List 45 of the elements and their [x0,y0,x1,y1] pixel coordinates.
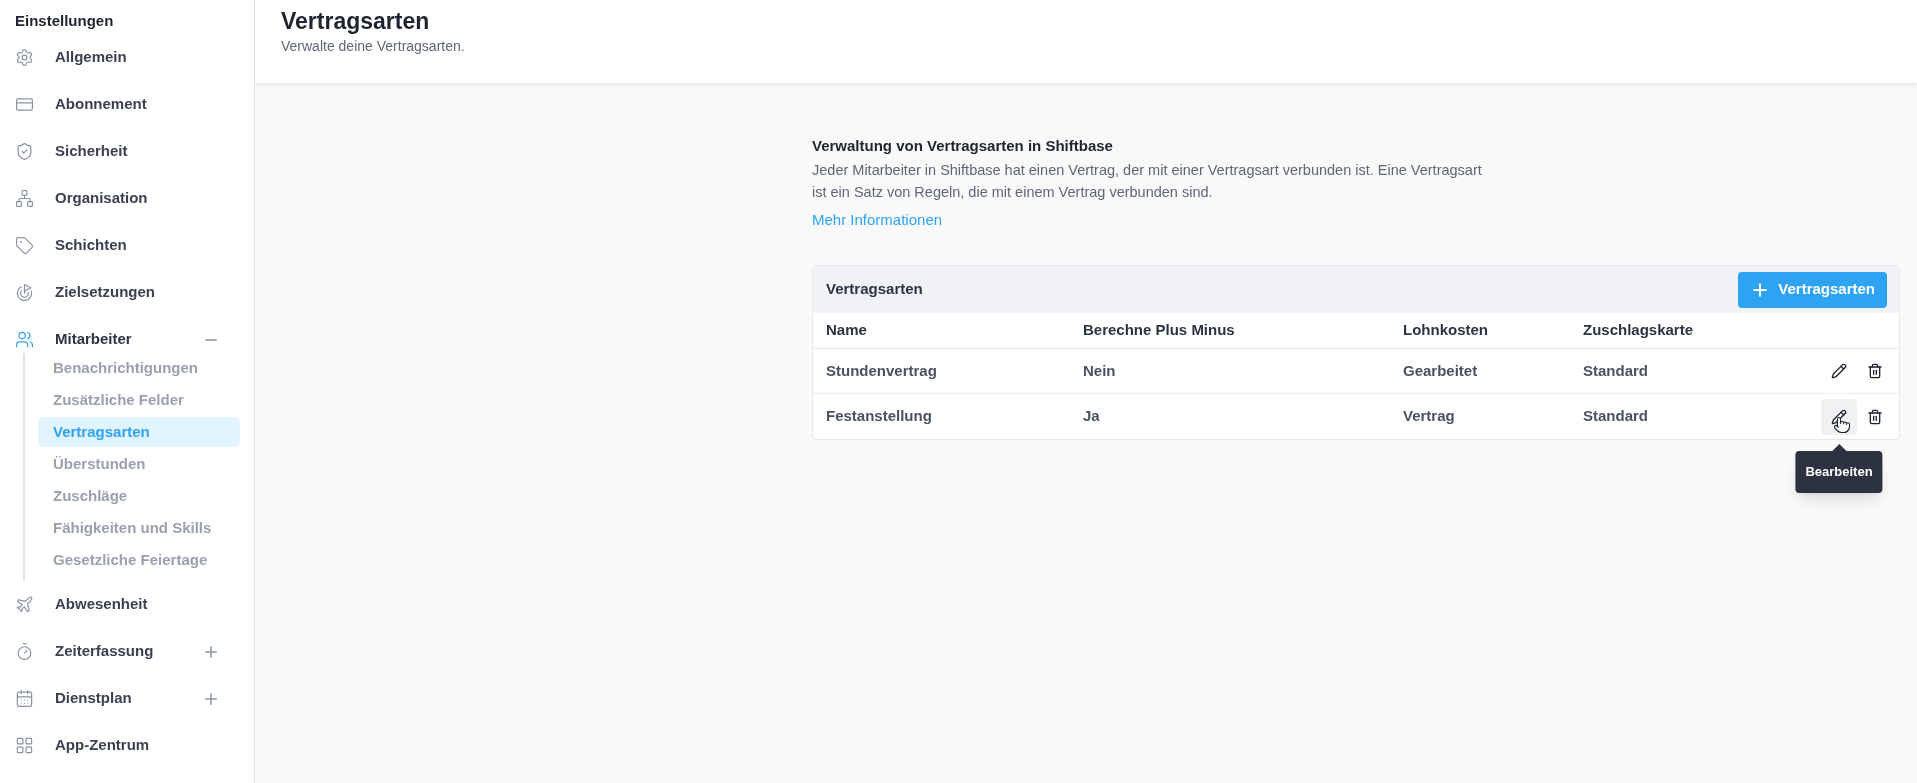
settings-icon [15,48,34,67]
table-cell-text: Standard [1583,360,1649,381]
table-cell-text: Ja [1083,406,1101,427]
tooltip-arrow [1832,443,1846,451]
page-title: Vertragsarten [281,7,431,36]
tag-icon [15,236,34,255]
calendar-icon [15,689,34,708]
table-title: Vertragsarten [826,279,923,300]
sidebar-title: Einstellungen [15,11,115,31]
column-header: Name [826,320,868,341]
hand-cursor-icon [1833,415,1851,434]
sidebar-item[interactable]: Schichten [15,222,240,269]
target-icon [15,283,34,302]
table-cell-text: Festanstellung [826,406,933,427]
sidebar-item[interactable]: Dienstplan [15,675,240,722]
hierarchy-icon [15,189,34,208]
sidebar-item[interactable]: Abwesenheit [15,581,240,628]
page-subtitle: Verwalte deine Vertragsarten. [281,37,466,56]
shield-icon [15,142,34,161]
table-cell-text: Stundenvertrag [826,360,938,381]
credit-card-icon [15,95,34,114]
plane-icon [15,595,34,614]
column-header: Lohnkosten [1403,320,1489,341]
table-cell-text: Standard [1583,406,1649,427]
trash-icon [1867,363,1883,379]
users-icon [15,330,34,349]
table-cell-text: Vertrag [1403,406,1456,427]
column-header: Zuschlagskarte [1583,320,1695,341]
grid-icon [15,736,34,755]
pencil-icon [1831,363,1847,379]
pencil-icon [1831,408,1847,425]
sidebar-item[interactable]: Organisation [15,175,240,222]
table-cell-text: Gearbeitet [1403,360,1479,381]
column-header: Berechne Plus Minus [1083,320,1236,341]
sidebar-item[interactable]: Allgemein [15,34,240,81]
sidebar-item[interactable]: App-Zentrum [15,722,240,769]
sidebar-item[interactable]: Abonnement [15,81,240,128]
sidebar-item[interactable]: Zeiterfassung [15,628,240,675]
intro-text: Jeder Mitarbeiter in Shiftbase hat einen Vertrag, der mit einer Vertragsart verbunden ist. Eine Vertragsart ist ein Satz von Regeln, die mit einem Vertrag verbunden sind. [812,161,1483,202]
table-cell-text: Nein [1083,360,1117,381]
intro-heading: Verwaltung von Vertragsarten in Shiftbase [812,136,1114,156]
trash-icon [1867,408,1883,425]
stopwatch-icon [15,642,34,661]
sidebar-item[interactable]: Zielsetzungen [15,269,240,316]
sidebar-item[interactable]: Sicherheit [15,128,240,175]
